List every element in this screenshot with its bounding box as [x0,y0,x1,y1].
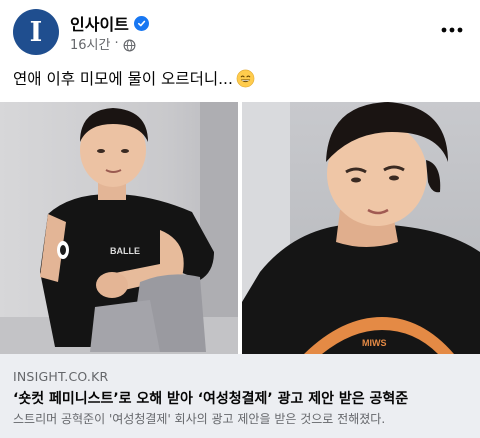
page-avatar[interactable]: I [13,9,59,55]
page-name-row: 인사이트 [70,11,149,35]
photo-closeup[interactable]: MIWS [242,102,480,354]
avatar-letter: I [29,16,43,48]
verified-badge-icon [133,15,149,31]
post-text: 연애 이후 미모에 물이 오르더니... [13,67,255,89]
page-name-link[interactable]: 인사이트 [70,11,129,35]
meta-separator: · [114,36,119,51]
photo-sitting[interactable]: BALLE [0,102,238,354]
link-preview-card[interactable]: INSIGHT.CO.KR ‘숏컷 페미니스트’로 오해 받아 ‘여성청결제’ … [0,354,480,438]
shirt-text: BALLE [110,246,140,256]
post-media[interactable]: BALLE MIWS [0,102,480,354]
post-timestamp[interactable]: 16시간 [70,34,110,53]
grinning-face-emoji-icon [236,69,255,88]
shirt-text: MIWS [362,338,387,348]
post-meta: 16시간 · [70,34,136,53]
link-title[interactable]: ‘숏컷 페미니스트’로 오해 받아 ‘여성청결제’ 광고 제안 받은 공혁준 [13,388,473,408]
link-description: 스트리머 공혁준이 '여성청결제' 회사의 광고 제안을 받은 것으로 전해졌다… [13,412,386,426]
globe-icon [123,37,136,52]
post-header: I 인사이트 16시간 · [0,0,480,62]
post-message: 연애 이후 미모에 물이 오르더니... [13,70,233,88]
more-dots-icon [441,27,463,33]
more-options-button[interactable] [438,16,466,44]
link-domain: INSIGHT.CO.KR [13,369,109,384]
